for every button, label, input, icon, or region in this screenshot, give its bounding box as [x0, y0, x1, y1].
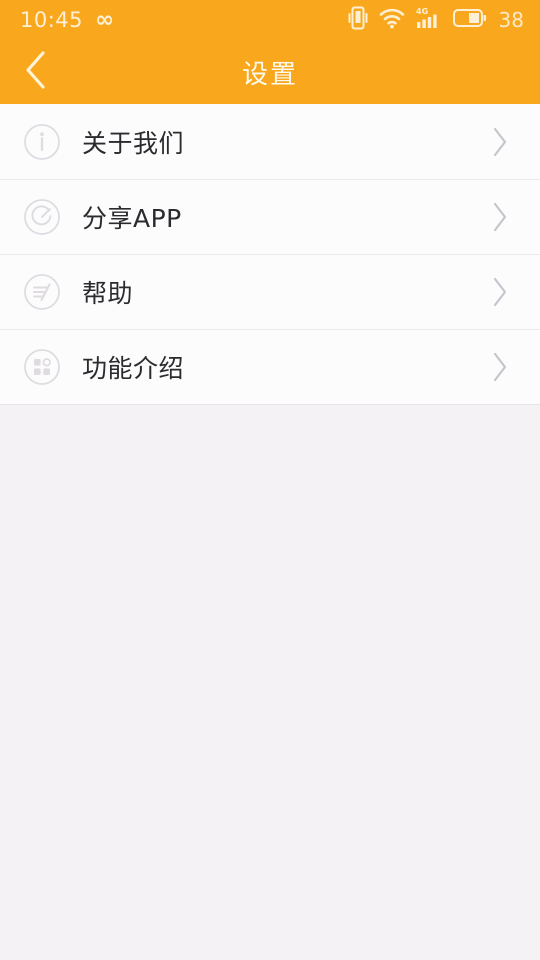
apps-grid-circle-icon	[22, 347, 62, 387]
help-lines-circle-icon	[22, 272, 62, 312]
share-circle-icon	[22, 197, 62, 237]
svg-text:4G: 4G	[416, 7, 428, 16]
status-bar-right: 4G 38	[348, 6, 524, 34]
back-button[interactable]	[0, 40, 72, 104]
battery-icon	[452, 8, 487, 32]
page-title: 设置	[241, 59, 298, 90]
settings-row-label: 关于我们	[82, 128, 185, 158]
battery-percent-label: 38	[498, 8, 524, 32]
title-bar: 设置	[0, 40, 540, 104]
settings-row-label: 帮助	[82, 278, 134, 308]
chevron-right-icon	[486, 122, 514, 162]
settings-row-share-app[interactable]: 分享APP	[0, 179, 540, 254]
info-circle-icon	[22, 122, 62, 162]
chevron-right-icon	[486, 197, 514, 237]
page-content: 关于我们 分享APP 帮助 功能介绍	[0, 104, 540, 960]
settings-list: 关于我们 分享APP 帮助 功能介绍	[0, 104, 540, 405]
wifi-icon	[379, 7, 405, 33]
settings-row-help[interactable]: 帮助	[0, 254, 540, 329]
chevron-right-icon	[486, 272, 514, 312]
empty-area	[0, 405, 540, 960]
status-bar: 10:45 ∞ 4G 38	[0, 0, 540, 40]
settings-row-about-us[interactable]: 关于我们	[0, 104, 540, 179]
chevron-right-icon	[486, 347, 514, 387]
status-bar-left: 10:45 ∞	[20, 6, 114, 33]
status-time: 10:45	[20, 7, 84, 32]
chevron-left-icon	[23, 49, 49, 95]
settings-row-label: 分享APP	[82, 203, 182, 233]
phone-screen: 10:45 ∞ 4G 38 设置 关于我们 分享APP 帮助 功能介绍	[0, 0, 540, 960]
settings-row-feature-intro[interactable]: 功能介绍	[0, 329, 540, 404]
infinity-icon: ∞	[95, 6, 114, 33]
vibrate-icon	[348, 6, 368, 34]
signal-4g-icon: 4G	[416, 6, 442, 34]
settings-row-label: 功能介绍	[82, 353, 185, 383]
